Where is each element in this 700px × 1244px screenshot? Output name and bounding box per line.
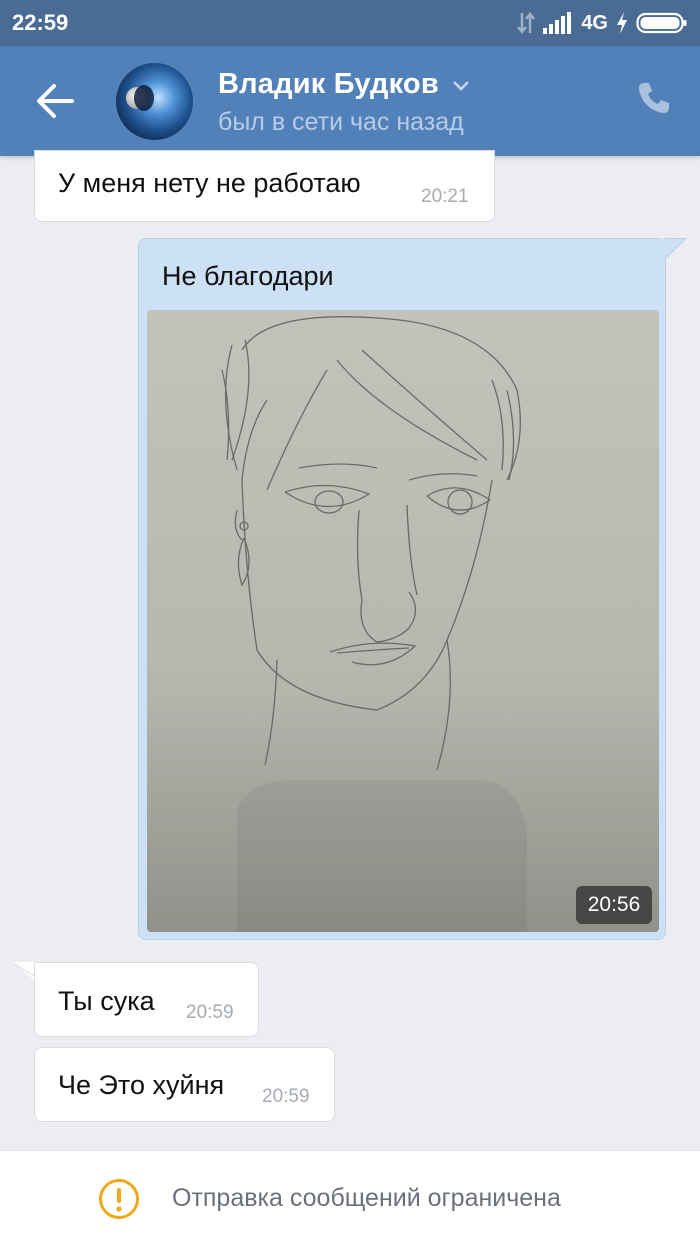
message-text: Че Это хуйня (58, 1070, 225, 1100)
message-time: 20:59 (262, 1086, 310, 1107)
status-icons: 4G (517, 9, 688, 37)
battery-icon (636, 12, 687, 34)
message-in: Ты сука 20:59 (34, 962, 259, 1037)
data-arrows-icon (517, 12, 536, 34)
chat-header: Владик Будков был в сети час назад (0, 46, 700, 156)
restricted-notice: Отправка сообщений ограничена (172, 1184, 561, 1212)
chevron-down-icon[interactable] (452, 80, 470, 92)
messaging-restricted-bar: Отправка сообщений ограничена (0, 1150, 700, 1244)
status-bar: 22:59 4G (0, 0, 700, 46)
avatar[interactable] (116, 63, 193, 140)
message-in: Че Это хуйня 20:59 (34, 1047, 335, 1122)
message-in: У меня нету не работаю 20:21 (34, 150, 495, 222)
message-text: У меня нету не работаю (58, 168, 361, 198)
photo-attachment[interactable] (147, 310, 659, 932)
photo-timestamp: 20:56 (576, 886, 652, 924)
message-time: 20:21 (421, 186, 469, 207)
bubble-tail (660, 238, 688, 258)
avatar-shade (134, 85, 154, 111)
network-type: 4G (581, 11, 608, 34)
message-text: Ты сука (58, 986, 155, 1016)
status-time: 22:59 (12, 10, 69, 35)
warning-icon (99, 1179, 139, 1219)
back-arrow-icon[interactable] (34, 81, 76, 121)
signal-bars-icon (543, 12, 572, 34)
message-time: 20:59 (186, 1002, 234, 1023)
message-text: Не благодари (162, 261, 334, 291)
contact-name[interactable]: Владик Будков (218, 68, 439, 101)
charging-bolt-icon (617, 12, 627, 34)
contact-status: был в сети час назад (218, 108, 464, 136)
phone-icon[interactable] (636, 80, 672, 116)
sketch-drawing (147, 316, 659, 932)
